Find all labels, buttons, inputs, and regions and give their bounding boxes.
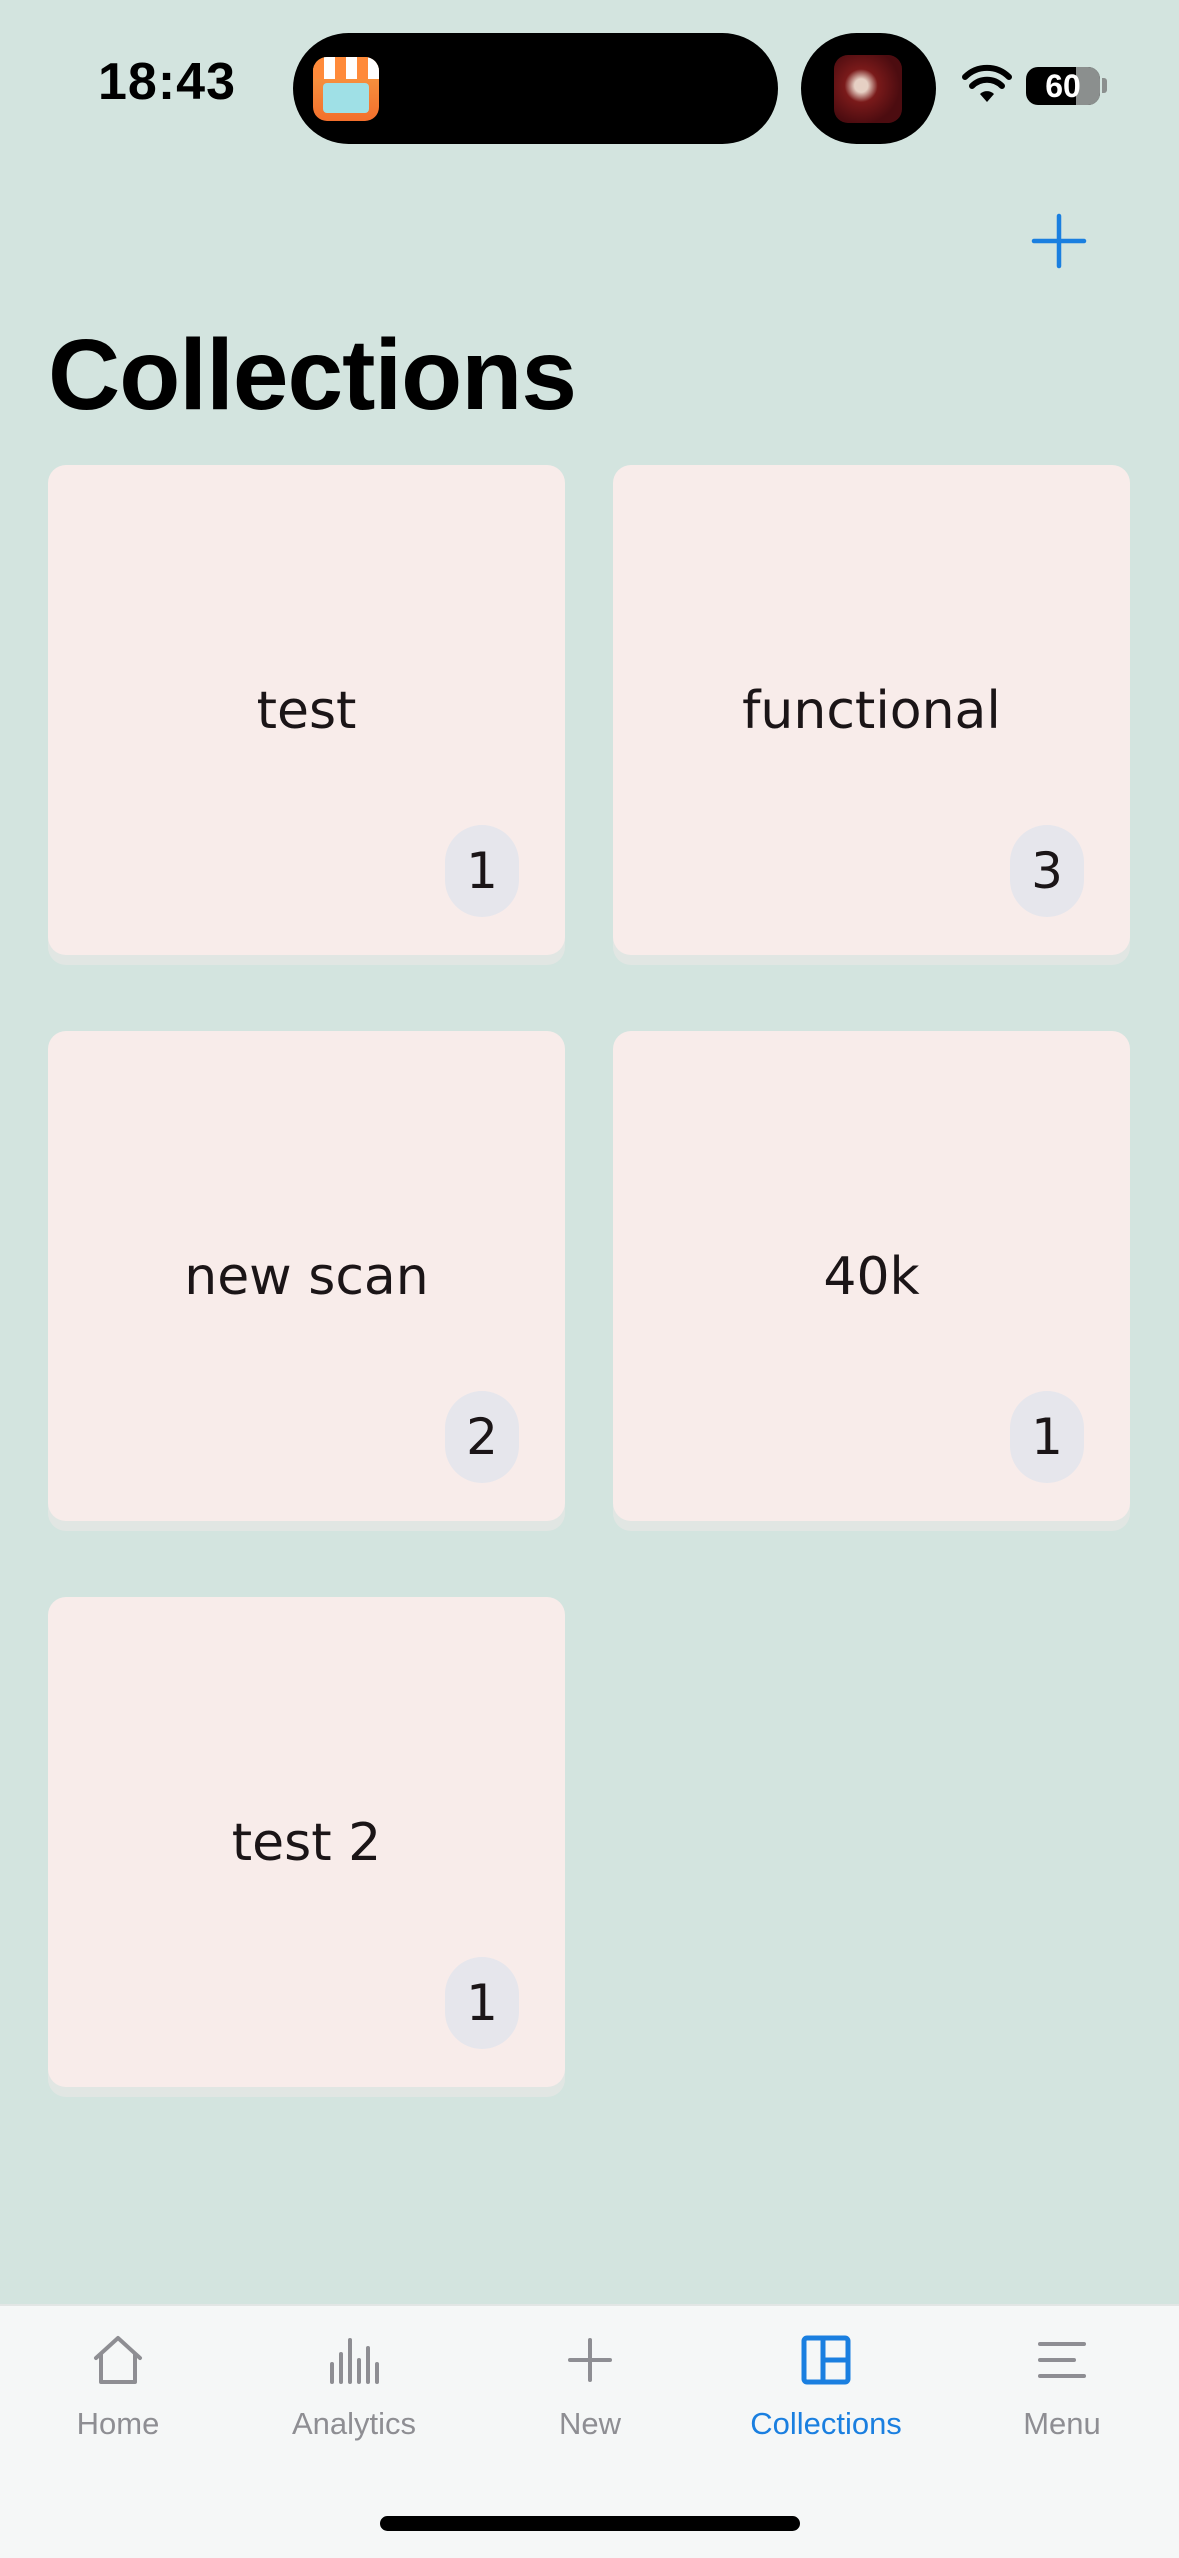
collection-name: new scan [184,1247,429,1307]
collection-count-badge: 1 [1010,1391,1084,1483]
add-collection-button[interactable] [1030,212,1088,270]
collection-card-test[interactable]: test 1 [48,465,565,955]
battery-level: 60 [1045,68,1081,104]
page-title: Collections [48,319,577,431]
dynamic-island[interactable] [293,33,778,144]
battery-tip [1102,78,1107,93]
shop-app-icon [313,57,379,121]
tab-label: Collections [750,2406,902,2441]
collection-card-40k[interactable]: 40k 1 [613,1031,1130,1521]
home-indicator[interactable] [380,2516,800,2531]
tab-menu[interactable]: Menu [944,2306,1179,2466]
collection-card-test-2[interactable]: test 2 1 [48,1597,565,2087]
menu-icon [1038,2342,1086,2378]
collection-card-new-scan[interactable]: new scan 2 [48,1031,565,1521]
collection-count-badge: 3 [1010,825,1084,917]
status-time: 18:43 [98,53,236,111]
collection-name: 40k [823,1247,920,1307]
tab-label: Menu [1023,2406,1101,2441]
wifi-icon [962,64,1012,102]
house-icon [94,2336,142,2384]
collection-name: functional [742,681,1001,741]
plus-icon [568,2338,612,2382]
bar-chart-icon [330,2338,379,2384]
collection-card-functional[interactable]: functional 3 [613,465,1130,955]
tab-label: Analytics [291,2406,417,2441]
tab-label: New [558,2406,621,2441]
collection-name: test [256,681,357,741]
tab-label: Home [76,2406,160,2441]
now-playing-island[interactable] [801,33,936,144]
album-art-icon [834,55,902,123]
collection-count-badge: 1 [445,825,519,917]
tab-collections[interactable]: Collections [708,2306,944,2466]
collection-count-badge: 1 [445,1957,519,2049]
collection-count-badge: 2 [445,1391,519,1483]
battery-icon: 60 [1026,67,1100,105]
collection-name: test 2 [231,1813,382,1873]
tab-home[interactable]: Home [0,2306,236,2466]
tab-new[interactable]: New [472,2306,708,2466]
collections-grid-icon [801,2335,851,2385]
tab-analytics[interactable]: Analytics [236,2306,472,2466]
